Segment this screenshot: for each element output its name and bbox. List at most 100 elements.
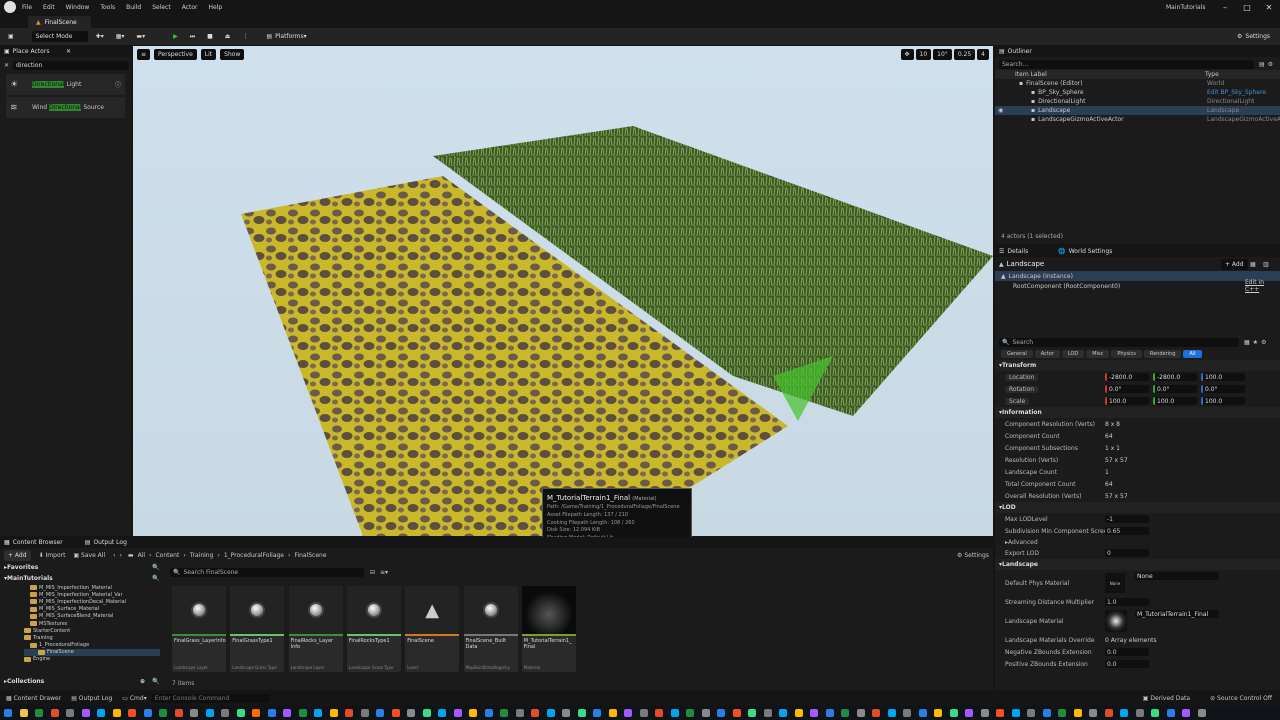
- menu-tools[interactable]: Tools: [100, 4, 115, 11]
- taskbar-app-icon[interactable]: [407, 709, 415, 717]
- taskbar-app-icon[interactable]: [701, 709, 710, 717]
- taskbar-app-icon[interactable]: [717, 709, 725, 717]
- menu-window[interactable]: Window: [66, 4, 90, 11]
- taskbar-app-icon[interactable]: [500, 709, 508, 717]
- add-collection-icon[interactable]: ⊕: [140, 678, 145, 685]
- positive-zbounds-input[interactable]: 0.0: [1105, 660, 1149, 668]
- taskbar-app-icon[interactable]: [980, 709, 989, 717]
- perspective-button[interactable]: Perspective: [154, 49, 197, 60]
- taskbar-app-icon[interactable]: [143, 709, 152, 717]
- layout-icon[interactable]: ▥: [1263, 261, 1269, 268]
- tab-output-log[interactable]: Output Log: [93, 539, 126, 546]
- import-button[interactable]: ⬇ Import: [39, 552, 66, 559]
- close-tab-icon[interactable]: ✕: [66, 48, 71, 55]
- y-input[interactable]: 0.0°: [1153, 385, 1197, 393]
- select-mode-dropdown[interactable]: Select Mode: [31, 31, 88, 42]
- menu-build[interactable]: Build: [126, 4, 141, 11]
- transform-label[interactable]: Location: [1005, 373, 1039, 381]
- filter-tab-actor[interactable]: Actor: [1034, 350, 1060, 358]
- taskbar-app-icon[interactable]: [1151, 709, 1159, 717]
- taskbar-app-icon[interactable]: [748, 709, 756, 717]
- taskbar-app-icon[interactable]: [97, 709, 105, 717]
- taskbar-app-icon[interactable]: [639, 709, 648, 717]
- export-lod-input[interactable]: 0: [1105, 549, 1149, 557]
- taskbar-app-icon[interactable]: [655, 709, 663, 717]
- taskbar-app-icon[interactable]: [422, 709, 431, 717]
- taskbar-app-icon[interactable]: [252, 709, 260, 717]
- console-input[interactable]: Enter Console Command: [151, 693, 270, 703]
- menu-select[interactable]: Select: [152, 4, 171, 11]
- lod-category[interactable]: ▾ LOD: [995, 502, 1280, 513]
- filter-tab-general[interactable]: General: [1001, 350, 1033, 358]
- taskbar-app-icon[interactable]: [469, 709, 477, 717]
- taskbar-app-icon[interactable]: [128, 709, 136, 717]
- x-input[interactable]: 100.0: [1105, 397, 1149, 405]
- menu-edit[interactable]: Edit: [43, 4, 55, 11]
- taskbar-app-icon[interactable]: [159, 709, 167, 717]
- z-input[interactable]: 100.0: [1201, 397, 1245, 405]
- filter-tab-lod[interactable]: LOD: [1061, 350, 1085, 358]
- taskbar-app-icon[interactable]: [872, 709, 880, 717]
- folder-tree-item[interactable]: M_MIS_ImperfectionDecal_Material: [24, 598, 160, 605]
- filter-tab-rendering[interactable]: Rendering: [1143, 350, 1182, 358]
- filter-tab-misc[interactable]: Misc: [1086, 350, 1110, 358]
- save-icon[interactable]: ▣: [4, 31, 18, 42]
- taskbar-app-icon[interactable]: [329, 709, 338, 717]
- taskbar-app-icon[interactable]: [887, 709, 896, 717]
- folder-tree-item[interactable]: Engine: [24, 656, 160, 663]
- folder-tree-item[interactable]: Training: [24, 634, 160, 641]
- taskbar-app-icon[interactable]: [50, 709, 59, 717]
- taskbar-app-icon[interactable]: [1166, 709, 1175, 717]
- camera-speed-button[interactable]: 4: [977, 49, 989, 60]
- stop-icon[interactable]: ■: [203, 31, 217, 42]
- taskbar-app-icon[interactable]: [763, 709, 772, 717]
- y-input[interactable]: 100.0: [1153, 397, 1197, 405]
- taskbar-app-icon[interactable]: [624, 709, 632, 717]
- asset-tile[interactable]: FinalGrassType1 Landscape Grass Type: [230, 586, 285, 672]
- breadcrumb-item[interactable]: 1_ProceduralFoliage: [224, 552, 284, 559]
- type-column[interactable]: Type: [1205, 71, 1219, 78]
- taskbar-app-icon[interactable]: [1104, 709, 1113, 717]
- folder-tree-item[interactable]: FinalScene: [24, 648, 160, 656]
- outliner-search-input[interactable]: Search...: [999, 60, 1254, 69]
- collections-header[interactable]: ▸ Collections ⊕ 🔍: [0, 676, 165, 687]
- taskbar-app-icon[interactable]: [360, 709, 369, 717]
- eject-icon[interactable]: ⏏: [221, 31, 235, 42]
- grid-snap-button[interactable]: 10: [915, 49, 932, 60]
- menu-help[interactable]: Help: [209, 4, 223, 11]
- outliner-row[interactable]: ▪ DirectionalLight DirectionalLight: [995, 97, 1280, 106]
- taskbar-app-icon[interactable]: [4, 709, 12, 717]
- angle-snap-button[interactable]: 10°: [933, 49, 952, 60]
- add-button[interactable]: + Add: [4, 549, 31, 561]
- content-settings-button[interactable]: ⚙ Settings: [957, 552, 989, 559]
- translate-icon[interactable]: ✥: [900, 49, 914, 60]
- taskbar-app-icon[interactable]: [484, 709, 493, 717]
- asset-tile[interactable]: FinalGrass_LayerInfo Landscape Layer: [172, 586, 226, 672]
- landscape-category[interactable]: ▾ Landscape: [995, 559, 1280, 570]
- breadcrumb-item[interactable]: Content: [155, 552, 179, 559]
- add-actor-icon[interactable]: ✚▾: [92, 31, 108, 42]
- show-button[interactable]: Show: [220, 49, 245, 60]
- platforms-button[interactable]: ▤ Platforms ▾: [262, 31, 310, 42]
- folder-tree-item[interactable]: MSTextures: [24, 620, 160, 627]
- advanced-row[interactable]: ▸ Advanced: [995, 537, 1280, 547]
- close-icon[interactable]: ✕: [1258, 3, 1280, 12]
- taskbar-app-icon[interactable]: [221, 709, 229, 717]
- place-actor-item[interactable]: ≋ Wind Directional Source: [6, 97, 125, 118]
- property-value[interactable]: -1: [1105, 515, 1149, 523]
- asset-tile[interactable]: FinalRocksType1 Landscape Grass Type: [346, 586, 401, 672]
- outliner-row[interactable]: ◉ ▪ Landscape Landscape: [995, 106, 1280, 115]
- streaming-distance-input[interactable]: 1.0: [1105, 598, 1149, 606]
- outliner-settings-icon[interactable]: ⚙: [1268, 61, 1273, 68]
- add-component-button[interactable]: + Add: [1221, 258, 1248, 270]
- taskbar-app-icon[interactable]: [562, 709, 570, 717]
- landscape-material-thumbnail[interactable]: [1105, 610, 1127, 632]
- taskbar-app-icon[interactable]: [1135, 709, 1144, 717]
- source-control-button[interactable]: ⊘ Source Control Off: [1210, 695, 1272, 702]
- item-label-column[interactable]: Item Label: [1015, 71, 1047, 78]
- taskbar-app-icon[interactable]: [810, 709, 818, 717]
- asset-tile[interactable]: ▲ FinalScene Level: [405, 586, 460, 672]
- outliner-filter-icon[interactable]: ▤: [1259, 61, 1265, 68]
- search-icon[interactable]: 🔍: [152, 564, 159, 571]
- taskbar-app-icon[interactable]: [438, 709, 446, 717]
